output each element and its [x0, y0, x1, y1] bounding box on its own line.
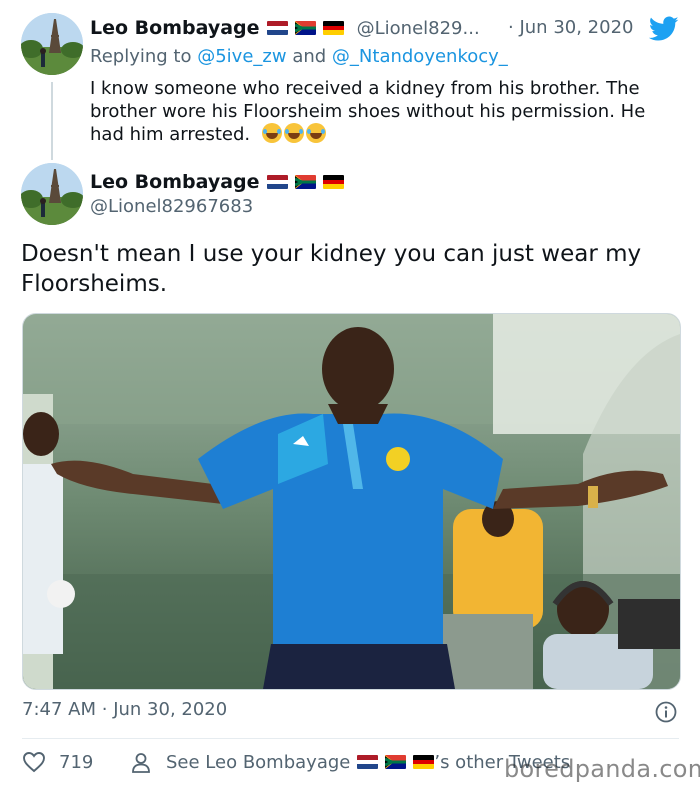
south-africa-flag-icon	[294, 21, 316, 35]
eiffel-tower-photo	[21, 163, 83, 225]
person-icon[interactable]	[131, 752, 151, 778]
heart-icon	[23, 752, 45, 773]
netherlands-flag-icon	[357, 755, 379, 769]
tears-of-joy-emoji	[261, 123, 282, 143]
main-header: Leo Bombayage	[90, 171, 344, 193]
reply-mention-2[interactable]: @_Ntandoyenkocy_	[332, 46, 508, 67]
netherlands-flag-icon	[266, 21, 288, 35]
main-tweet-text: Doesn't mean I use your kidney you can j…	[21, 241, 642, 297]
replying-prefix: Replying to	[90, 46, 192, 67]
tears-of-joy-emoji	[283, 123, 304, 143]
south-africa-flag-icon	[294, 175, 316, 189]
separator-dot: ·	[508, 17, 514, 38]
tweet-photo[interactable]	[22, 313, 681, 690]
reply-joiner: and	[292, 46, 327, 67]
parent-timestamp[interactable]: · Jun 30, 2020	[508, 17, 633, 38]
twitter-bird-icon[interactable]	[648, 16, 679, 46]
thread-connector	[51, 82, 53, 160]
south-africa-flag-icon	[385, 755, 407, 769]
eiffel-tower-photo	[21, 13, 83, 75]
parent-text: I know someone who received a kidney fro…	[90, 78, 646, 145]
main-avatar[interactable]	[21, 163, 83, 225]
boredpanda-watermark: boredpanda.com	[504, 755, 700, 783]
tears-of-joy-emoji	[305, 123, 326, 143]
germany-flag-icon	[322, 175, 344, 189]
see-prefix: See Leo Bombayage	[166, 752, 351, 773]
germany-flag-icon	[413, 755, 435, 769]
main-author-name[interactable]: Leo Bombayage	[90, 171, 260, 193]
main-timestamp[interactable]: 7:47 AM · Jun 30, 2020	[22, 699, 227, 720]
coach-shrugging-photo	[23, 314, 680, 689]
netherlands-flag-icon	[266, 175, 288, 189]
parent-tweet-text: I know someone who received a kidney fro…	[90, 77, 670, 146]
germany-flag-icon	[322, 21, 344, 35]
like-count: 719	[59, 752, 94, 773]
parent-date: Jun 30, 2020	[519, 17, 634, 38]
parent-author-name[interactable]: Leo Bombayage	[90, 17, 260, 39]
parent-avatar[interactable]	[21, 13, 83, 75]
main-time: 7:47 AM	[22, 699, 96, 720]
separator-dot: ·	[101, 699, 108, 720]
info-icon[interactable]	[655, 701, 677, 727]
main-date: Jun 30, 2020	[113, 699, 228, 720]
parent-handle[interactable]: @Lionel829...	[357, 18, 480, 39]
divider	[22, 738, 679, 739]
main-handle[interactable]: @Lionel82967683	[90, 196, 253, 217]
reply-mention-1[interactable]: @5ive_zw	[197, 46, 286, 67]
replying-to-line: Replying to @5ive_zw and @_Ntandoyenkocy…	[90, 46, 508, 67]
like-button[interactable]	[22, 751, 46, 777]
